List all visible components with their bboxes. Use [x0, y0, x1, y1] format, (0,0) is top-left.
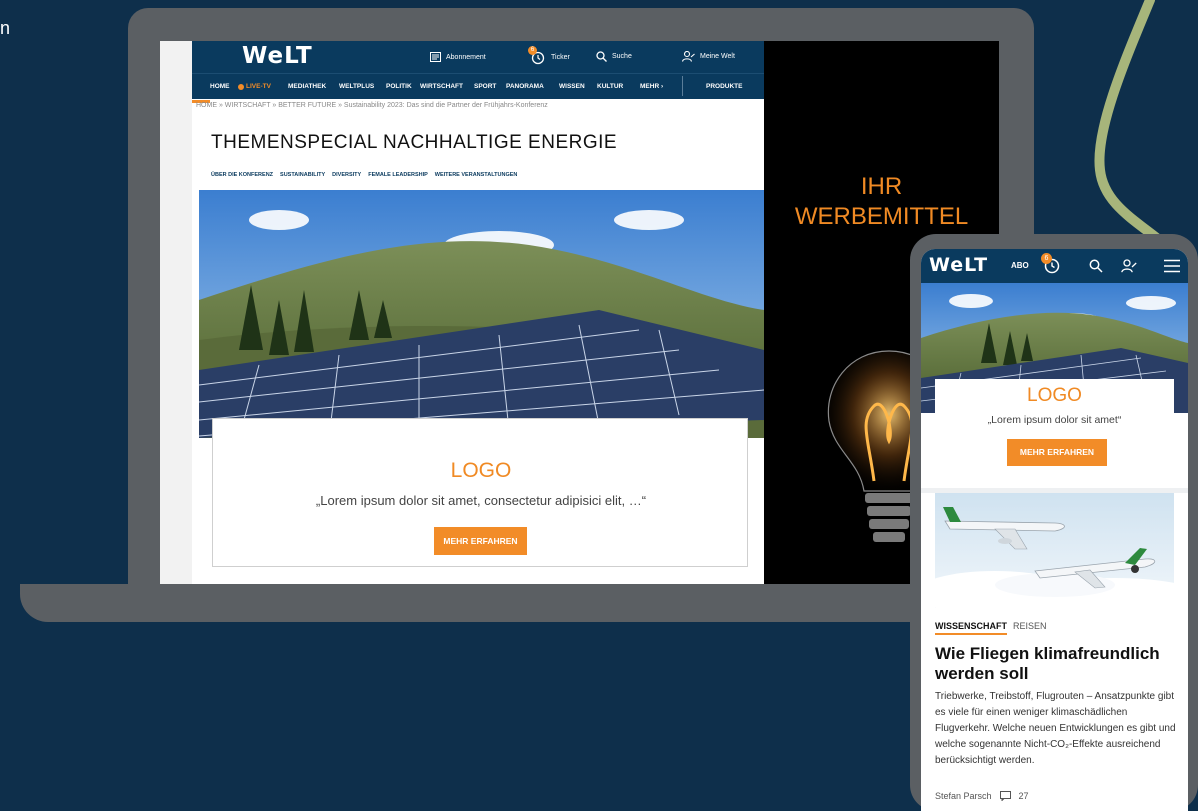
newspaper-icon: [430, 52, 441, 62]
nav-item-politik[interactable]: POLITIK: [386, 83, 412, 90]
sub-nav: ÜBER DIE KONFERENZ SUSTAINABILITY DIVERS…: [211, 172, 517, 178]
abo-link[interactable]: ABO: [1011, 261, 1029, 270]
meine-welt-link[interactable]: Meine Welt: [682, 51, 735, 62]
search-icon[interactable]: [1089, 259, 1103, 273]
nav-item-sport[interactable]: SPORT: [474, 83, 496, 90]
ticker-label: Ticker: [551, 53, 570, 61]
airplanes-article-image: [935, 493, 1174, 608]
mobile-card-logo: LOGO: [1027, 385, 1082, 406]
menu-icon[interactable]: [1164, 259, 1180, 273]
search-icon: [596, 51, 607, 62]
welt-logo[interactable]: WeLT: [242, 43, 313, 69]
comment-icon: [999, 791, 1011, 801]
ticker-badge: 6: [528, 46, 537, 55]
comment-count[interactable]: 27: [1019, 791, 1029, 801]
nav-item-mediathek[interactable]: MEDIATHEK: [288, 83, 326, 90]
nav-item-mehr[interactable]: MEHR ›: [640, 83, 663, 90]
article-title[interactable]: Wie Fliegen klimafreundlich werden soll: [935, 644, 1175, 684]
user-icon[interactable]: [1121, 259, 1137, 273]
mobile-card-quote: „Lorem ipsum dolor sit amet“: [987, 414, 1122, 426]
laptop-screen: WeLT Abonnement 6 Ticker Suche Meine Wel…: [160, 41, 999, 584]
nav-item-produkte[interactable]: PRODUKTE: [706, 83, 742, 90]
tag-wissenschaft[interactable]: WISSENSCHAFT: [935, 621, 1007, 635]
abonnement-link[interactable]: Abonnement: [430, 52, 486, 62]
card-logo: LOGO: [450, 459, 512, 482]
phone-screen: WeLT ABO 6 LOGO „Lorem ipsum dolor sit a…: [921, 249, 1188, 811]
card-quote: „Lorem ipsum dolor sit amet, consectetur…: [315, 493, 647, 508]
article-meta: Stefan Parsch 27: [935, 791, 1029, 801]
mobile-partner-card: LOGO „Lorem ipsum dolor sit amet“ MEHR E…: [935, 379, 1174, 479]
user-icon: [682, 51, 695, 62]
page-title: THEMENSPECIAL NACHHALTIGE ENERGIE: [211, 132, 618, 153]
ad-text-line2: WERBEMITTEL: [794, 203, 969, 230]
mobile-ticker-badge: 6: [1041, 253, 1052, 264]
suche-link[interactable]: Suche: [596, 51, 632, 62]
subnav-female-leadership[interactable]: FEMALE LEADERSHIP: [368, 172, 428, 178]
edge-text: n: [0, 18, 11, 38]
nav-item-home[interactable]: HOME: [210, 83, 230, 90]
meine-welt-label: Meine Welt: [700, 53, 735, 60]
nav-item-wirtschaft[interactable]: WIRTSCHAFT: [420, 83, 463, 90]
ad-text-line1: IHR: [860, 173, 903, 200]
author-name[interactable]: Stefan Parsch: [935, 791, 992, 801]
breadcrumb[interactable]: HOME » WIRTSCHAFT » BETTER FUTURE » Sust…: [196, 102, 548, 109]
live-dot: [238, 84, 244, 90]
mehr-erfahren-button[interactable]: MEHR ERFAHREN: [434, 527, 527, 555]
nav-divider: [682, 76, 683, 96]
subnav-sustainability[interactable]: SUSTAINABILITY: [280, 172, 325, 178]
mobile-welt-logo[interactable]: WeLT: [929, 254, 988, 276]
mobile-mehr-erfahren-button[interactable]: MEHR ERFAHREN: [1007, 439, 1107, 466]
subnav-weitere-veranstaltungen[interactable]: WEITERE VERANSTALTUNGEN: [435, 172, 518, 178]
suche-label: Suche: [612, 53, 632, 60]
mobile-header: WeLT ABO 6: [921, 249, 1188, 283]
abonnement-label: Abonnement: [446, 53, 486, 61]
nav-item-wissen[interactable]: WISSEN: [559, 83, 585, 90]
solar-panel-hero-image: [199, 190, 764, 438]
subnav-konferenz[interactable]: ÜBER DIE KONFERENZ: [211, 172, 273, 178]
ticker-link[interactable]: 6 Ticker: [528, 46, 570, 65]
mobile-ticker-button[interactable]: 6: [1041, 253, 1061, 275]
desktop-header: WeLT Abonnement 6 Ticker Suche Meine Wel…: [192, 41, 764, 73]
partner-card: LOGO „Lorem ipsum dolor sit amet, consec…: [212, 418, 748, 567]
nav-item-panorama[interactable]: PANORAMA: [506, 83, 544, 90]
decorative-curve: [1094, 0, 1185, 267]
nav-item-live-tv[interactable]: LIVE-TV: [246, 83, 271, 90]
article-teaser: Triebwerke, Treibstoff, Flugrouten – Ans…: [935, 691, 1176, 766]
tag-reisen[interactable]: REISEN: [1013, 621, 1047, 631]
desktop-main-nav: HOME LIVE-TV MEDIATHEK WELTPLUS POLITIK …: [192, 73, 764, 99]
nav-item-weltplus[interactable]: WELTPLUS: [339, 83, 374, 90]
nav-item-kultur[interactable]: KULTUR: [597, 83, 623, 90]
subnav-diversity[interactable]: DIVERSITY: [332, 172, 361, 178]
